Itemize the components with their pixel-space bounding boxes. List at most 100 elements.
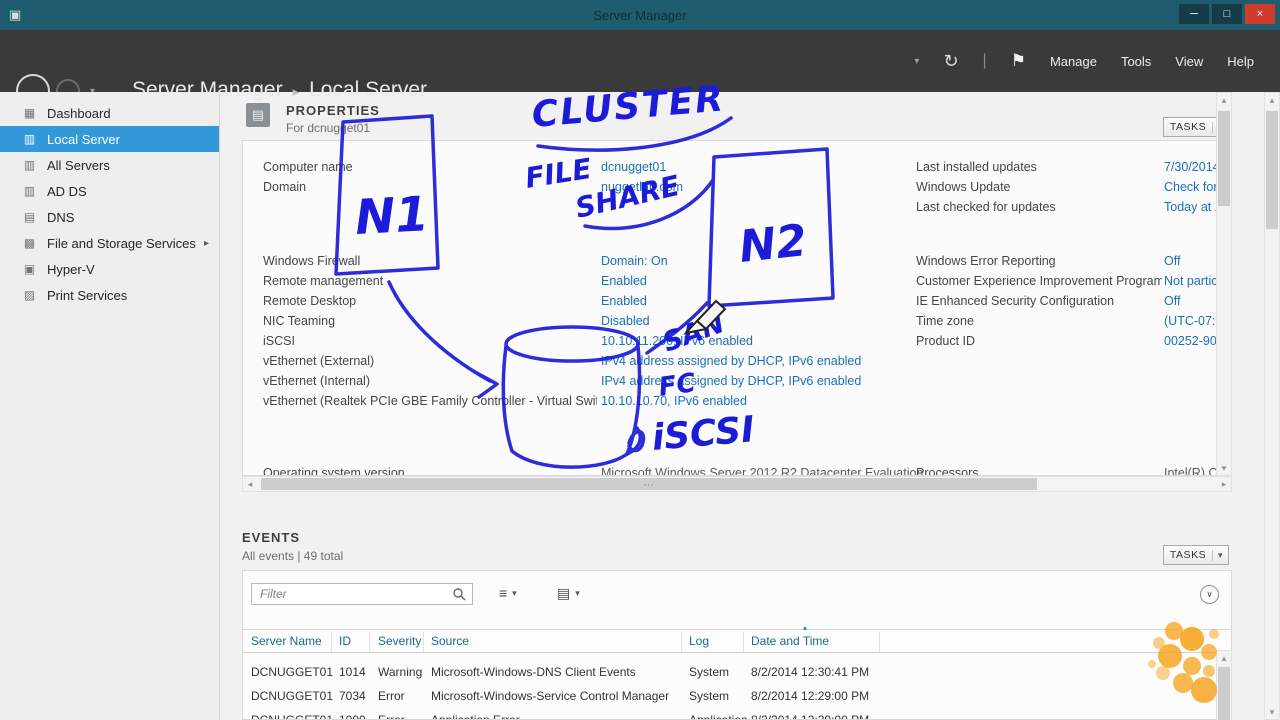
save-icon: ▤ (557, 585, 571, 601)
sidebar-item-all-servers[interactable]: ▥ All Servers (0, 152, 219, 178)
minimize-button[interactable]: ─ (1179, 4, 1209, 24)
cell-id: 1014 (339, 665, 366, 679)
scroll-left-icon[interactable]: ◂ (243, 477, 257, 491)
sidebar-item-file-storage-services[interactable]: ▩ File and Storage Services ▸ (0, 230, 219, 256)
column-header-source[interactable]: Source (431, 634, 681, 648)
sidebar-item-ad-ds[interactable]: ▥ AD DS (0, 178, 219, 204)
filter-input[interactable] (252, 584, 472, 604)
printer-icon: ▨ (23, 288, 36, 302)
cell-source: Microsoft-Windows-Service Control Manage… (431, 689, 670, 703)
properties-vertical-scrollbar[interactable]: ▴ ▾ (1216, 92, 1232, 476)
scroll-down-icon[interactable]: ▾ (1265, 705, 1279, 719)
scroll-down-icon[interactable]: ▾ (1217, 461, 1231, 475)
properties-title: PROPERTIES (286, 103, 380, 118)
table-row[interactable]: DCNUGGET01 7034 Error Microsoft-Windows-… (243, 685, 1231, 709)
sidebar-item-label: File and Storage Services (47, 235, 196, 251)
navigation-bar: ← → ▾ Server Manager ▸ Local Server ▾ ↻ … (0, 30, 1280, 108)
cell-server-name: DCNUGGET01 (251, 713, 334, 720)
filter-options-button[interactable]: ≡ ▾ (499, 585, 517, 601)
property-label: Windows Error Reporting (916, 254, 1056, 268)
column-divider (423, 632, 424, 652)
scrollbar-grip: ⋯ (643, 479, 655, 491)
cell-server-name: DCNUGGET01 (251, 689, 334, 703)
collapse-tile-button[interactable]: ∨ (1200, 585, 1219, 604)
property-row: Last checked for updates Today at 1 (243, 197, 1231, 217)
sidebar-item-label: Print Services (47, 287, 128, 303)
property-label: vEthernet (Internal) (263, 374, 370, 388)
sidebar-item-dns[interactable]: ▤ DNS (0, 204, 219, 230)
menu-help[interactable]: Help (1227, 54, 1254, 69)
column-divider (681, 632, 682, 652)
scrollbar-thumb[interactable]: ⋯ (261, 478, 1037, 491)
sidebar: ▦ Dashboard ▥ Local Server ▥ All Servers… (0, 92, 220, 720)
table-row[interactable]: DCNUGGET01 1014 Warning Microsoft-Window… (243, 661, 1231, 685)
save-query-button[interactable]: ▤ ▾ (557, 585, 580, 602)
expand-arrow-icon[interactable]: ▸ (204, 238, 209, 249)
separator: | (982, 52, 987, 69)
server-manager-window: ▣ Server Manager ─ □ × ← → ▾ Server Mana… (0, 0, 1280, 720)
property-label: IE Enhanced Security Configuration (916, 294, 1115, 308)
properties-panel: Computer name dcnugget01 Domain nuggetla… (242, 140, 1232, 476)
sidebar-item-label: All Servers (47, 157, 110, 173)
events-vertical-scrollbar[interactable]: ▴ (1216, 650, 1232, 720)
property-row: Product ID 00252-900 (243, 331, 1231, 351)
chevron-down-icon: ▾ (512, 587, 517, 598)
property-label: Last installed updates (916, 160, 1037, 174)
cell-log: System (689, 689, 730, 703)
column-header-server-name[interactable]: Server Name (251, 634, 335, 648)
property-value-link[interactable]: IPv4 address assigned by DHCP, IPv6 enab… (601, 351, 906, 371)
window-titlebar: ▣ Server Manager ─ □ × (0, 0, 1280, 30)
events-tasks-button[interactable]: TASKS ▾ (1163, 545, 1229, 565)
sidebar-item-hyper-v[interactable]: ▣ Hyper-V (0, 256, 219, 282)
column-divider (879, 632, 880, 652)
dns-icon: ▤ (23, 210, 36, 224)
navbar-right-cluster: ▾ ↻ | ⚑ Manage Tools View Help (914, 30, 1254, 92)
scroll-up-icon[interactable]: ▴ (1265, 93, 1279, 107)
chevron-down-icon[interactable]: ▾ (914, 56, 919, 67)
search-icon (453, 588, 466, 601)
close-button[interactable]: × (1245, 4, 1275, 24)
refresh-icon[interactable]: ↻ (943, 51, 958, 72)
property-label: Windows Update (916, 180, 1011, 194)
table-row[interactable]: DCNUGGET01 1000 Error Application Error … (243, 709, 1231, 720)
page-vertical-scrollbar[interactable]: ▴ ▾ (1264, 92, 1280, 720)
server-icon: ▥ (23, 132, 36, 146)
menu-view[interactable]: View (1175, 54, 1203, 69)
scrollbar-thumb[interactable] (1218, 111, 1230, 206)
property-value-link[interactable]: IPv4 address assigned by DHCP, IPv6 enab… (601, 371, 906, 391)
menu-tools[interactable]: Tools (1121, 54, 1151, 69)
property-row: Time zone (UTC-07:00 (243, 311, 1231, 331)
property-row: IE Enhanced Security Configuration Off (243, 291, 1231, 311)
property-label: vEthernet (External) (263, 354, 375, 368)
properties-horizontal-scrollbar[interactable]: ◂ ⋯ ▸ (242, 476, 1232, 492)
scroll-right-icon[interactable]: ▸ (1217, 477, 1231, 491)
menu-manage[interactable]: Manage (1050, 54, 1097, 69)
property-value-link[interactable]: 10.10.10.70, IPv6 enabled (601, 391, 906, 411)
maximize-button[interactable]: □ (1212, 4, 1242, 24)
cell-severity: Warning (378, 665, 423, 679)
properties-subtitle: For dcnugget01 (286, 121, 371, 135)
scrollbar-thumb[interactable] (1266, 111, 1278, 229)
breadcrumb-current: Local Server (309, 78, 427, 101)
events-panel: ≡ ▾ ▤ ▾ ∨ Server Name ID Severity Source… (242, 570, 1232, 720)
cell-date-time: 8/2/2014 12:29:00 PM (751, 713, 870, 720)
property-label: vEthernet (Realtek PCIe GBE Family Contr… (263, 394, 597, 408)
sidebar-item-label: Hyper-V (47, 261, 95, 277)
scrollbar-thumb[interactable] (1218, 667, 1230, 720)
sidebar-item-print-services[interactable]: ▨ Print Services (0, 282, 219, 308)
cell-severity: Error (378, 689, 405, 703)
property-row: Last installed updates 7/30/2014 (243, 157, 1231, 177)
sidebar-item-local-server[interactable]: ▥ Local Server (0, 126, 219, 152)
list-icon: ≡ (499, 585, 508, 601)
column-header-date-time[interactable]: Date and Time (751, 634, 921, 648)
cell-source: Microsoft-Windows-DNS Client Events (431, 665, 636, 679)
scroll-up-icon[interactable]: ▴ (1217, 651, 1231, 665)
scroll-up-icon[interactable]: ▴ (1217, 93, 1231, 107)
notifications-flag-icon[interactable]: ⚑ (1011, 51, 1026, 71)
column-header-severity[interactable]: Severity (378, 634, 428, 648)
column-header-log[interactable]: Log (689, 634, 747, 648)
cell-id: 1000 (339, 713, 366, 720)
sidebar-item-dashboard[interactable]: ▦ Dashboard (0, 100, 219, 126)
tasks-label: TASKS (1169, 121, 1207, 133)
servers-icon: ▥ (23, 158, 36, 172)
